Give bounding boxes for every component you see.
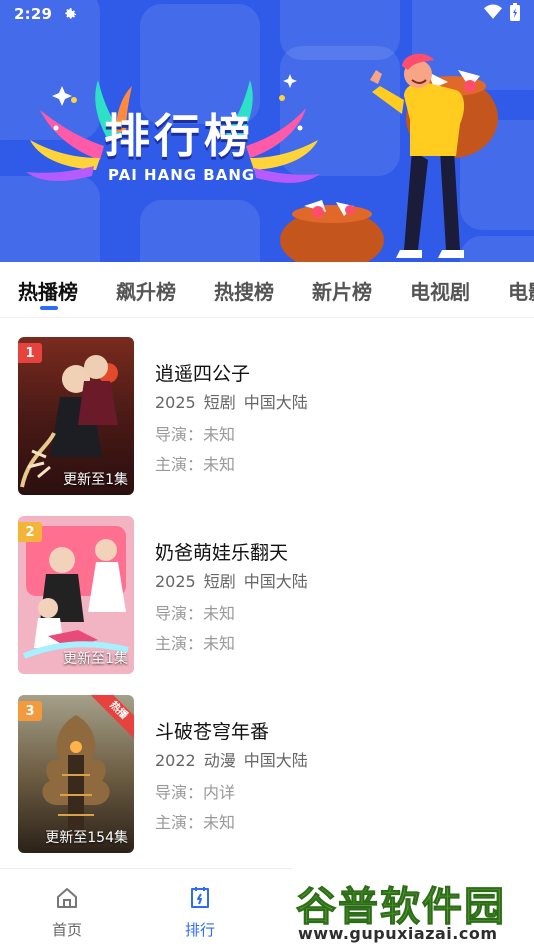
item-title: 奶爸萌娃乐翻天	[155, 542, 289, 564]
item-genre: 动漫	[203, 751, 236, 770]
nav-home[interactable]: 首页	[32, 885, 102, 940]
tab-new-release[interactable]: 新片榜	[312, 276, 372, 305]
item-director: 导演：未知	[155, 604, 236, 623]
rank-badge: 3	[18, 701, 42, 721]
list-item[interactable]: 2 更新至1集 奶爸萌娃乐翻天 2025 短剧 中国大陆 导演：未知 主演：未知	[0, 516, 534, 676]
nav-ranking[interactable]: 排行	[165, 885, 235, 940]
poster-image: 2 更新至1集	[18, 516, 134, 674]
item-title: 逍遥四公子	[155, 363, 251, 385]
status-bar: 2:29	[0, 0, 534, 28]
tab-movie[interactable]: 电影	[508, 276, 534, 305]
item-meta: 2025 短剧 中国大陆	[155, 568, 316, 592]
ranking-tabs: 热播榜 飙升榜 热搜榜 新片榜 电视剧 电影	[0, 262, 534, 318]
nav-home-label: 首页	[51, 921, 82, 939]
item-region: 中国大陆	[243, 751, 308, 770]
episode-update-label: 更新至1集	[63, 651, 128, 667]
banner-illustration	[26, 53, 498, 262]
ranking-banner: 2:29 排行榜 PAI HANG BANG	[0, 0, 534, 262]
item-director: 导演：内详	[155, 783, 236, 802]
item-genre: 短剧	[203, 572, 236, 591]
item-cast: 主演：未知	[155, 634, 236, 653]
item-region: 中国大陆	[243, 572, 308, 591]
poster-image: 1 更新至1集	[18, 337, 134, 495]
wifi-icon	[484, 4, 502, 24]
item-meta: 2025 短剧 中国大陆	[155, 389, 316, 413]
active-tab-indicator	[40, 306, 58, 310]
tab-hot-play[interactable]: 热播榜	[18, 276, 78, 305]
episode-update-label: 更新至154集	[45, 830, 128, 846]
list-item[interactable]: 1 更新至1集 逍遥四公子 2025 短剧 中国大陆 导演：未知 主演：未知	[0, 337, 534, 497]
banner-subtitle: PAI HANG BANG	[108, 166, 256, 184]
item-year: 2022	[155, 751, 196, 770]
tab-hot-search[interactable]: 热搜榜	[214, 276, 274, 305]
item-title: 斗破苍穹年番	[155, 721, 270, 743]
item-director: 导演：未知	[155, 425, 236, 444]
home-icon	[32, 885, 102, 911]
item-meta: 2022 动漫 中国大陆	[155, 747, 316, 771]
ranking-icon	[165, 885, 235, 911]
item-cast: 主演：未知	[155, 813, 236, 832]
rank-badge: 1	[18, 343, 42, 363]
tab-tv-series[interactable]: 电视剧	[410, 276, 470, 305]
nav-ranking-label: 排行	[184, 921, 215, 939]
tab-rising[interactable]: 飙升榜	[116, 276, 176, 305]
status-time: 2:29	[14, 5, 53, 23]
poster-image: 3 热播 更新至154集	[18, 695, 134, 853]
episode-update-label: 更新至1集	[63, 472, 128, 488]
pot-front-icon	[280, 200, 384, 262]
item-genre: 短剧	[203, 393, 236, 412]
rank-badge: 2	[18, 522, 42, 542]
battery-icon	[510, 3, 520, 25]
item-region: 中国大陆	[243, 393, 308, 412]
watermark-url: www.gupuxiazai.com	[298, 924, 498, 943]
item-year: 2025	[155, 572, 196, 591]
banner-title: 排行榜	[104, 109, 254, 163]
item-year: 2025	[155, 393, 196, 412]
list-item[interactable]: 3 热播 更新至154集 斗破苍穹年番 2022 动漫 中国大陆 导演：内详 主演：…	[0, 695, 534, 855]
settings-gear-icon	[62, 6, 78, 22]
item-cast: 主演：未知	[155, 455, 236, 474]
site-watermark: 谷普软件园 www.gupuxiazai.com	[292, 868, 534, 948]
